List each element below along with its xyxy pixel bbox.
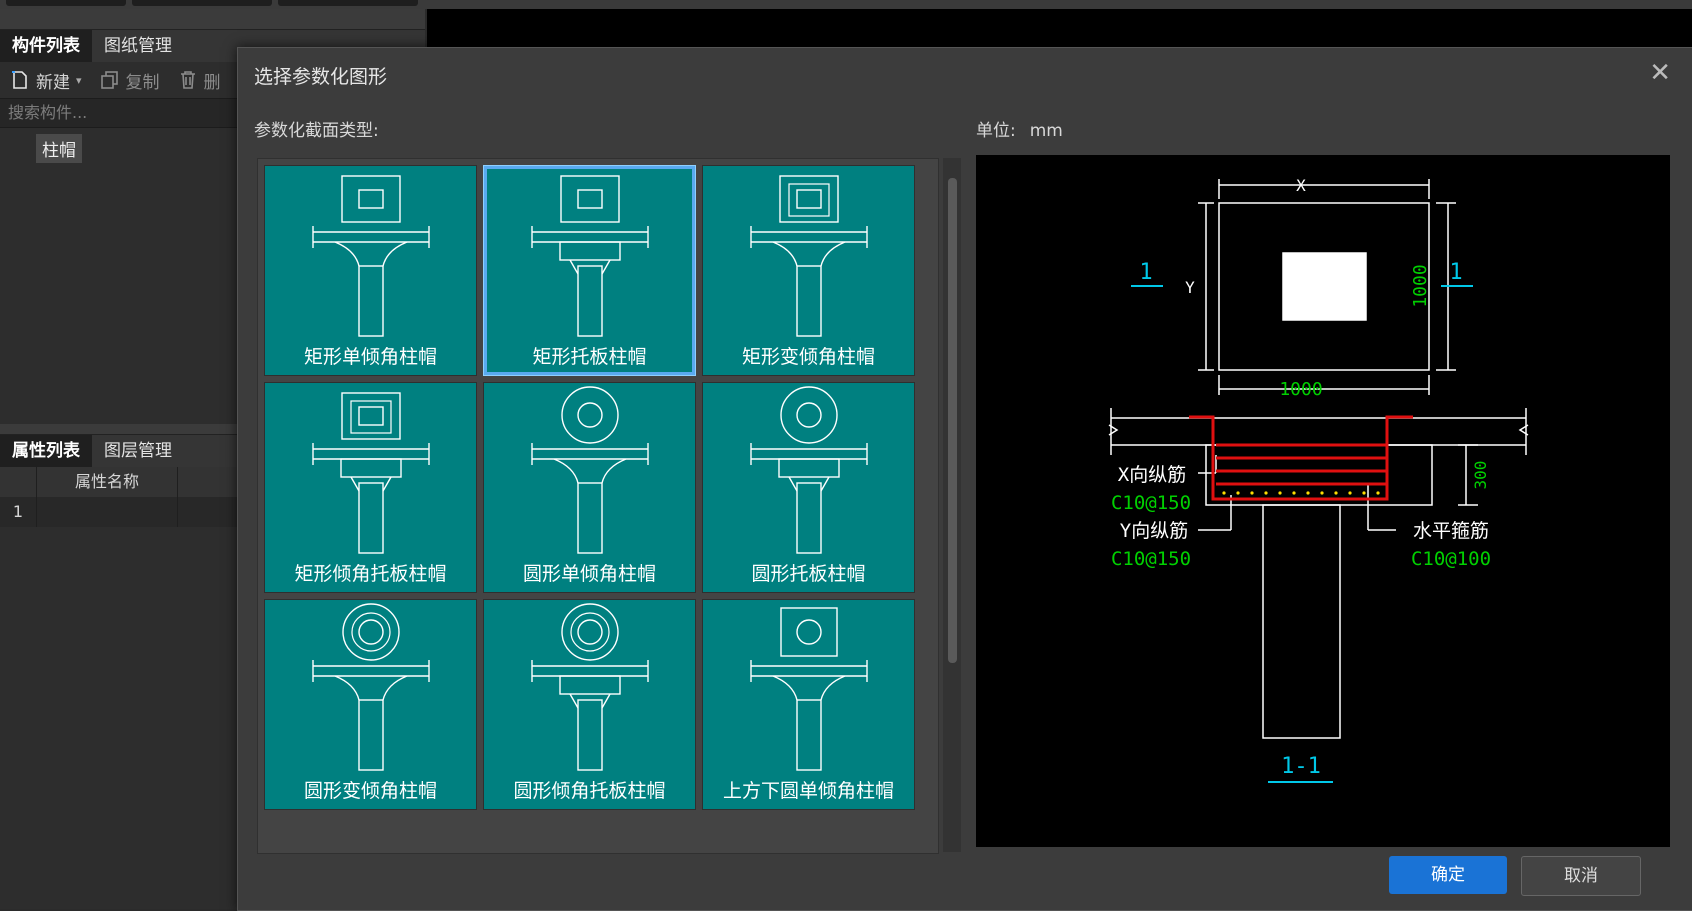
- close-icon[interactable]: ✕: [1649, 58, 1671, 88]
- x-rebar-label: X向纵筋: [1118, 464, 1186, 486]
- shape-option-label: 矩形变倾角柱帽: [741, 346, 875, 368]
- section-mark-right: 1: [1449, 260, 1462, 285]
- shape-option-label: 圆形变倾角柱帽: [303, 780, 437, 802]
- parametric-shape-dialog: 选择参数化图形 ✕ 参数化截面类型: 单位: mm 矩形单倾角柱帽 矩形托板柱帽 矩形…: [237, 47, 1692, 911]
- tree-item-column-cap[interactable]: 柱帽: [36, 134, 82, 163]
- unit-label: 单位: mm: [976, 116, 1063, 141]
- stirrup-value: C10@100: [1411, 548, 1491, 570]
- shape-option-label: 上方下圆单倾角柱帽: [722, 780, 894, 802]
- shape-option[interactable]: 矩形变倾角柱帽: [702, 165, 915, 376]
- shape-option[interactable]: 矩形倾角托板柱帽: [264, 382, 477, 593]
- dim-depth-label: 300: [1471, 461, 1490, 490]
- tab-layer-management[interactable]: 图层管理: [92, 435, 184, 467]
- shape-option-label: 圆形单倾角柱帽: [522, 563, 656, 585]
- unit-label-text: 单位:: [976, 121, 1016, 141]
- tab-drawing-management[interactable]: 图纸管理: [92, 30, 184, 62]
- section-type-label: 参数化截面类型:: [254, 121, 379, 141]
- trash-icon: [180, 71, 195, 89]
- cancel-button[interactable]: 取消: [1521, 856, 1641, 896]
- dim-x-label: X: [1296, 176, 1306, 195]
- shape-preview: X 1000 Y 1000 1 1 1-1 300 X向纵筋 C10@150 Y…: [976, 155, 1670, 847]
- delete-button[interactable]: 删: [178, 68, 221, 93]
- shape-grid: 矩形单倾角柱帽 矩形托板柱帽 矩形变倾角柱帽矩形倾角托板柱帽 圆形单倾角柱帽 圆形托板柱…: [257, 158, 939, 854]
- panel-header: [0, 9, 425, 30]
- new-button-label: 新建: [36, 72, 70, 93]
- window-top-strip: [0, 0, 1692, 9]
- plan-column: [1282, 252, 1367, 321]
- shape-option-label: 矩形倾角托板柱帽: [294, 563, 447, 585]
- copy-button[interactable]: 复制: [100, 68, 160, 93]
- copy-icon: [100, 71, 118, 89]
- dialog-title: 选择参数化图形: [254, 66, 388, 88]
- scrollbar-thumb[interactable]: [948, 178, 957, 663]
- chevron-down-icon[interactable]: ▾: [76, 74, 82, 87]
- tab-component-list[interactable]: 构件列表: [0, 30, 92, 62]
- tab-property-list[interactable]: 属性列表: [0, 435, 92, 467]
- y-rebar-value: C10@150: [1111, 548, 1191, 570]
- shape-grid-scrollbar[interactable]: [943, 158, 961, 852]
- new-button[interactable]: 新建 ▾: [10, 68, 82, 93]
- shape-option[interactable]: 圆形变倾角柱帽: [264, 599, 477, 810]
- copy-button-label: 复制: [125, 72, 160, 93]
- dim-width-label: 1000: [1279, 379, 1322, 400]
- shape-option[interactable]: 圆形单倾角柱帽: [483, 382, 696, 593]
- property-name-header: 属性名称: [37, 467, 178, 497]
- shape-option-label: 矩形单倾角柱帽: [303, 346, 437, 368]
- y-rebar-label: Y向纵筋: [1120, 520, 1188, 542]
- shape-option[interactable]: 上方下圆单倾角柱帽: [702, 599, 915, 810]
- x-rebar-value: C10@150: [1111, 492, 1191, 514]
- section-title: 1-1: [1281, 754, 1321, 779]
- shape-option[interactable]: 矩形单倾角柱帽: [264, 165, 477, 376]
- delete-button-label: 删: [203, 72, 221, 93]
- shape-option-label: 圆形托板柱帽: [751, 563, 866, 585]
- row-number: 1: [0, 497, 37, 527]
- shape-option[interactable]: 矩形托板柱帽: [483, 165, 696, 376]
- shape-option-label: 圆形倾角托板柱帽: [513, 780, 666, 802]
- section-mark-left: 1: [1139, 260, 1152, 285]
- shape-option[interactable]: 圆形托板柱帽: [702, 382, 915, 593]
- dim-height-label: 1000: [1410, 264, 1431, 307]
- shape-option[interactable]: 圆形倾角托板柱帽: [483, 599, 696, 810]
- shape-option-label: 矩形托板柱帽: [532, 346, 647, 368]
- stirrup-label: 水平箍筋: [1413, 520, 1489, 542]
- dim-y-label: Y: [1185, 278, 1195, 297]
- new-file-icon: [12, 71, 27, 89]
- ok-button[interactable]: 确定: [1389, 856, 1507, 894]
- unit-value: mm: [1029, 121, 1063, 141]
